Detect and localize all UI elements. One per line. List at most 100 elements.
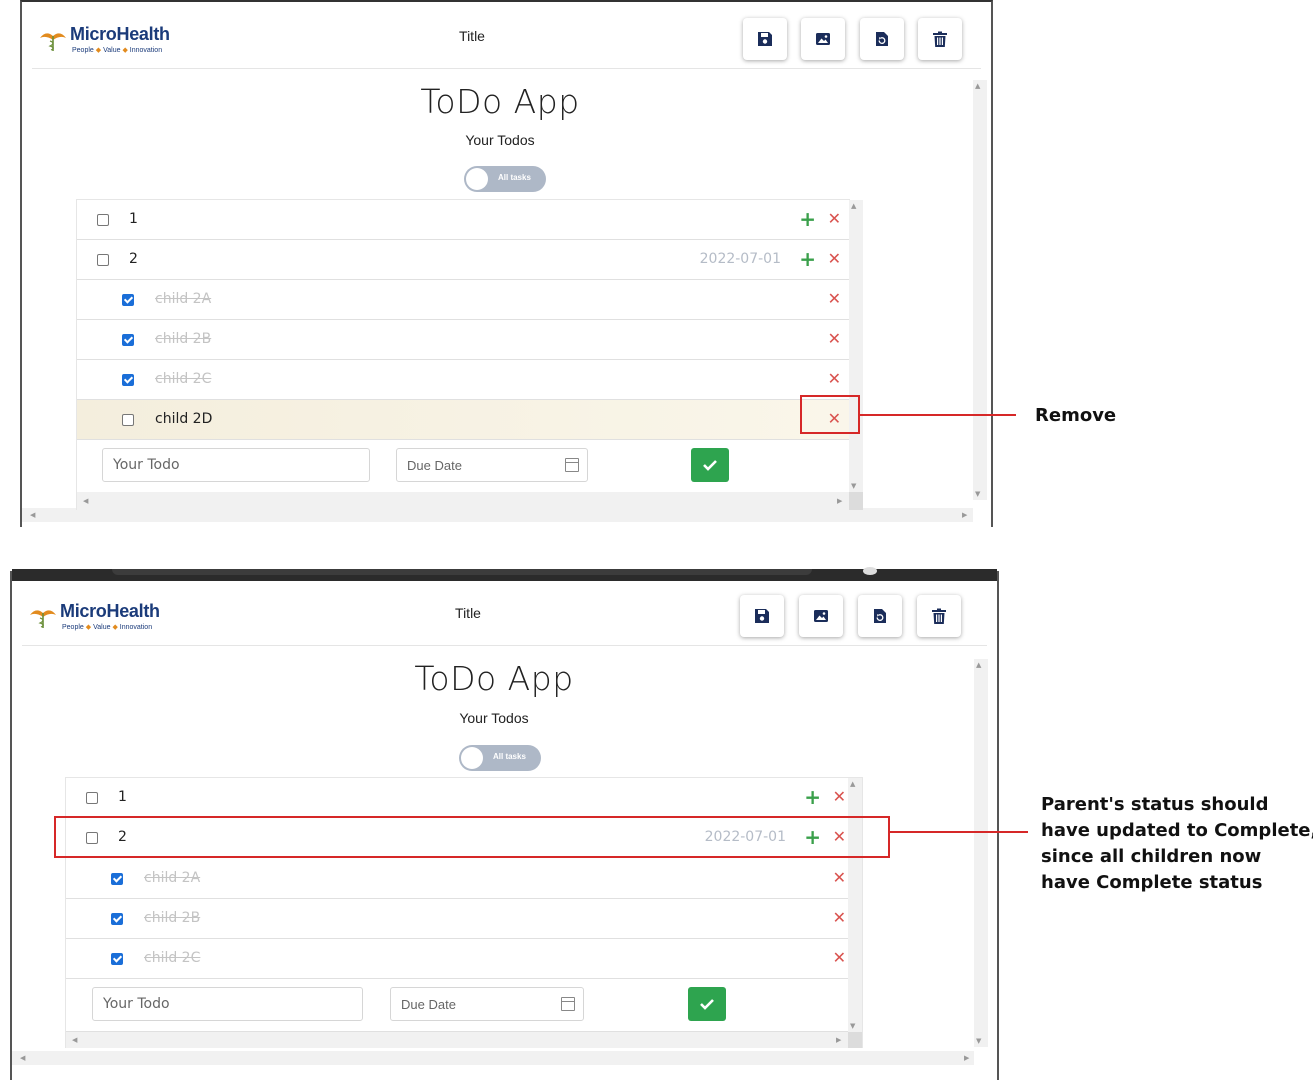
- list-scroll-down-arrow[interactable]: ▼: [850, 1022, 855, 1030]
- brand-name: MicroHealth: [60, 601, 160, 621]
- restore-button[interactable]: [858, 595, 902, 637]
- todo-checkbox[interactable]: [86, 792, 98, 804]
- todo-row-1: 1 + ✕: [77, 200, 849, 240]
- check-icon: [703, 460, 717, 471]
- page-vertical-scrollbar[interactable]: ▲ ▼: [974, 659, 988, 1047]
- list-scroll-down-arrow[interactable]: ▼: [851, 482, 856, 490]
- remove-button[interactable]: ✕: [828, 209, 841, 228]
- remove-button[interactable]: ✕: [833, 787, 846, 806]
- scroll-up-arrow[interactable]: ▲: [975, 82, 980, 90]
- list-scroll-right-arrow[interactable]: ▶: [837, 497, 842, 505]
- todo-input[interactable]: [102, 448, 370, 482]
- toggle-knob: [466, 168, 488, 190]
- new-todo-form: Due Date: [66, 979, 862, 1032]
- check-icon: [700, 999, 714, 1010]
- microhealth-logo: MicroHealth People ◆ Value ◆ Innovation: [28, 599, 188, 635]
- child-row-2b: child 2B ✕: [66, 899, 862, 939]
- todo-due-date: 2022-07-01: [699, 251, 781, 267]
- all-tasks-toggle[interactable]: All tasks: [459, 745, 541, 771]
- scroll-right-arrow[interactable]: ▶: [964, 1054, 969, 1062]
- save-icon: [755, 609, 769, 623]
- delete-all-button[interactable]: [918, 18, 962, 60]
- scroll-down-arrow[interactable]: ▼: [976, 1037, 981, 1045]
- delete-all-button[interactable]: [917, 595, 961, 637]
- todo-checkbox[interactable]: [111, 873, 123, 885]
- save-button[interactable]: [743, 18, 787, 60]
- scrollbar-corner: [849, 492, 863, 510]
- remove-button[interactable]: ✕: [828, 329, 841, 348]
- image-button[interactable]: [801, 18, 845, 60]
- scroll-up-arrow[interactable]: ▲: [976, 661, 981, 669]
- parent-row-highlight-box: [54, 816, 890, 858]
- remove-button[interactable]: ✕: [833, 948, 846, 967]
- todo-text: child 2C: [155, 371, 212, 387]
- remove-button[interactable]: ✕: [833, 868, 846, 887]
- remove-button[interactable]: ✕: [828, 249, 841, 268]
- calendar-icon: [565, 458, 579, 472]
- remove-button[interactable]: ✕: [828, 289, 841, 308]
- todo-checkbox[interactable]: [97, 214, 109, 226]
- todo-text: child 2A: [155, 291, 212, 307]
- annotation-line-1: Parent's status should: [1041, 794, 1269, 815]
- remove-annotation: Remove: [1035, 405, 1117, 426]
- scroll-right-arrow[interactable]: ▶: [962, 511, 967, 519]
- scroll-down-arrow[interactable]: ▼: [975, 490, 980, 498]
- todo-checkbox[interactable]: [111, 913, 123, 925]
- save-button[interactable]: [740, 595, 784, 637]
- app-title: ToDo App: [420, 82, 580, 121]
- all-tasks-toggle[interactable]: All tasks: [464, 166, 546, 192]
- todo-checkbox[interactable]: [122, 414, 134, 426]
- due-date-input[interactable]: Due Date: [396, 448, 588, 482]
- app-subtitle: Your Todos: [465, 132, 535, 148]
- restore-icon: [876, 32, 888, 46]
- image-button[interactable]: [799, 595, 843, 637]
- list-scroll-right-arrow[interactable]: ▶: [836, 1036, 841, 1044]
- list-scroll-left-arrow[interactable]: ◀: [83, 497, 88, 505]
- add-child-button[interactable]: +: [799, 207, 816, 231]
- list-scroll-up-arrow[interactable]: ▲: [851, 202, 856, 210]
- scroll-left-arrow[interactable]: ◀: [20, 1054, 25, 1062]
- brand-name: MicroHealth: [70, 24, 170, 44]
- restore-icon: [874, 609, 886, 623]
- toggle-label: All tasks: [498, 173, 531, 182]
- list-scroll-up-arrow[interactable]: ▲: [850, 780, 855, 788]
- todo-text: child 2D: [155, 411, 213, 427]
- remove-button[interactable]: ✕: [828, 369, 841, 388]
- todo-text: child 2B: [155, 331, 212, 347]
- page-vertical-scrollbar[interactable]: ▲ ▼: [973, 80, 987, 500]
- remove-button[interactable]: ✕: [833, 908, 846, 927]
- list-horizontal-scrollbar[interactable]: ◀ ▶: [66, 1032, 848, 1048]
- todo-checkbox[interactable]: [122, 374, 134, 386]
- annotation-line-2: have updated to Complete,: [1041, 820, 1313, 841]
- restore-button[interactable]: [860, 18, 904, 60]
- list-scroll-left-arrow[interactable]: ◀: [72, 1036, 77, 1044]
- todo-checkbox[interactable]: [111, 953, 123, 965]
- add-child-button[interactable]: +: [799, 247, 816, 271]
- brand-tagline: People ◆ Value ◆ Innovation: [62, 624, 153, 631]
- todo-text: 2: [129, 251, 138, 267]
- toggle-label: All tasks: [493, 752, 526, 761]
- todo-text: 1: [118, 789, 127, 805]
- page-horizontal-scrollbar[interactable]: ◀ ▶: [22, 508, 973, 522]
- list-horizontal-scrollbar[interactable]: ◀ ▶: [77, 492, 849, 510]
- screenshot-before: MicroHealth People ◆ Value ◆ Innovation …: [20, 0, 993, 527]
- list-vertical-scrollbar[interactable]: ▲ ▼: [849, 200, 863, 492]
- child-row-2c: child 2C ✕: [77, 360, 849, 400]
- todo-checkbox[interactable]: [122, 334, 134, 346]
- add-child-button[interactable]: +: [804, 785, 821, 809]
- submit-todo-button[interactable]: [688, 987, 726, 1021]
- remove-highlight-box: [800, 395, 860, 434]
- submit-todo-button[interactable]: [691, 448, 729, 482]
- microhealth-logo: MicroHealth People ◆ Value ◆ Innovation: [38, 22, 198, 58]
- toggle-knob: [461, 747, 483, 769]
- due-date-input[interactable]: Due Date: [390, 987, 584, 1021]
- page-horizontal-scrollbar[interactable]: ◀ ▶: [12, 1051, 974, 1065]
- todo-checkbox[interactable]: [122, 294, 134, 306]
- scroll-left-arrow[interactable]: ◀: [30, 511, 35, 519]
- app-header: MicroHealth People ◆ Value ◆ Innovation …: [22, 589, 987, 646]
- todo-text: child 2A: [144, 870, 201, 886]
- header-title: Title: [459, 28, 485, 44]
- todo-checkbox[interactable]: [97, 254, 109, 266]
- todo-text: child 2C: [144, 950, 201, 966]
- todo-input[interactable]: [92, 987, 363, 1021]
